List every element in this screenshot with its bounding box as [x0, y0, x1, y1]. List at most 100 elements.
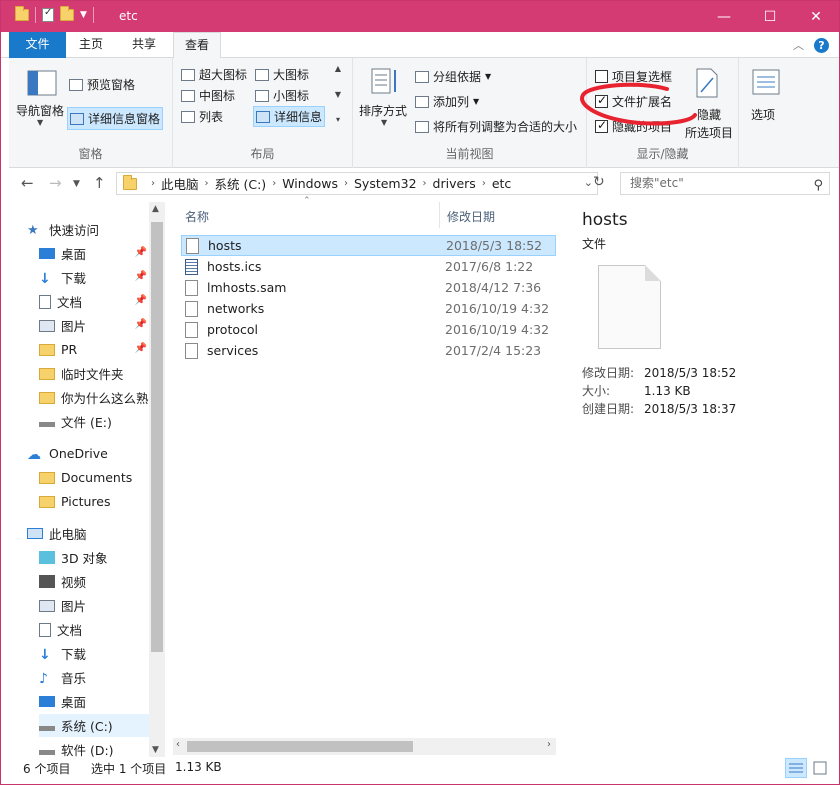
help-icon[interactable]: ? — [814, 37, 829, 53]
file-list-hscrollbar[interactable]: ‹ › — [173, 738, 556, 755]
column-header-name[interactable]: 名称 — [185, 208, 209, 230]
nav-item-system-c[interactable]: 系统 (C:) — [39, 714, 149, 737]
nav-item-pc-downloads[interactable]: ↓ 下载 — [39, 642, 149, 665]
chevron-right-icon[interactable]: › — [151, 178, 155, 189]
group-by-button[interactable]: 分组依据 ▼ — [415, 68, 491, 85]
collapse-ribbon-icon[interactable]: ︿ — [793, 37, 804, 53]
maximize-button[interactable]: ☐ — [747, 1, 793, 32]
sort-by-button[interactable]: 排序方式 ▼ — [357, 64, 413, 134]
scroll-down-icon[interactable]: ▼ — [335, 90, 341, 99]
chevron-right-icon[interactable]: › — [205, 178, 209, 189]
layout-details[interactable]: 详细信息 — [253, 106, 326, 127]
column-divider[interactable] — [439, 202, 440, 228]
breadcrumb-system-c[interactable]: 系统 (C:) — [215, 174, 267, 193]
file-row-services[interactable]: services 2017/2/4 15:23 — [181, 340, 556, 361]
breadcrumb-drivers[interactable]: drivers — [433, 176, 476, 191]
item-checkboxes-checkbox[interactable] — [595, 70, 608, 83]
preview-pane-button[interactable]: 预览窗格 — [69, 76, 135, 93]
scroll-right-icon[interactable]: › — [547, 739, 551, 750]
layout-large-icons[interactable]: 大图标 — [255, 66, 309, 83]
forward-arrow-icon[interactable]: → — [49, 174, 62, 192]
nav-item-desktop[interactable]: 桌面 📌 — [39, 242, 149, 265]
size-columns-button[interactable]: 将所有列调整为合适的大小 — [415, 118, 577, 135]
nav-item-music[interactable]: ♪ 音乐 — [39, 666, 149, 689]
file-extensions-toggle[interactable]: 文件扩展名 — [595, 93, 672, 110]
file-row-hosts-ics[interactable]: hosts.ics 2017/6/8 1:22 — [181, 256, 556, 277]
nav-item-pictures[interactable]: 图片 📌 — [39, 314, 149, 337]
file-row-protocol[interactable]: protocol 2016/10/19 4:32 — [181, 319, 556, 340]
back-arrow-icon[interactable]: ← — [21, 174, 34, 192]
hidden-items-toggle[interactable]: 隐藏的项目 — [595, 118, 672, 135]
large-icons-view-button[interactable] — [809, 758, 831, 778]
nav-onedrive[interactable]: ☁ OneDrive — [27, 442, 167, 465]
scroll-up-icon[interactable]: ▲ — [152, 204, 159, 214]
tab-home[interactable]: 主页 — [66, 32, 116, 58]
gallery-more-icon[interactable]: ▾ — [336, 115, 340, 124]
minimize-button[interactable]: — — [701, 1, 747, 32]
nav-item-onedrive-pictures[interactable]: Pictures — [39, 490, 149, 513]
title-bar[interactable]: ▼ etc — ☐ ✕ — [1, 1, 839, 32]
breadcrumb-system32[interactable]: System32 — [354, 176, 417, 191]
properties-icon[interactable] — [42, 7, 54, 22]
chevron-right-icon[interactable]: › — [423, 178, 427, 189]
tab-share[interactable]: 共享 — [118, 32, 170, 58]
details-pane-button[interactable]: 详细信息窗格 — [67, 107, 164, 130]
tab-view[interactable]: 查看 — [173, 32, 221, 59]
layout-list[interactable]: 列表 — [181, 108, 223, 125]
chevron-right-icon[interactable]: › — [272, 178, 276, 189]
address-bar[interactable]: › 此电脑 › 系统 (C:) › Windows › System32 › d… — [116, 172, 598, 195]
search-icon[interactable]: ⚲ — [813, 175, 823, 196]
chevron-right-icon[interactable]: › — [482, 178, 486, 189]
add-columns-button[interactable]: 添加列 ▼ — [415, 93, 479, 110]
nav-item-pc-desktop[interactable]: 桌面 — [39, 690, 149, 713]
nav-quick-access[interactable]: ★ 快速访问 — [27, 218, 167, 241]
hidden-items-checkbox[interactable] — [595, 118, 608, 133]
nav-item-pc-pictures[interactable]: 图片 — [39, 594, 149, 617]
nav-item-folder[interactable]: 你为什么这么熟 — [39, 386, 149, 409]
nav-item-drive-e[interactable]: 文件 (E:) — [39, 410, 149, 433]
search-input[interactable]: 搜索"etc" ⚲ — [620, 172, 830, 195]
nav-item-onedrive-documents[interactable]: Documents — [39, 466, 149, 489]
nav-pane-button[interactable]: 导航窗格 ▼ — [13, 64, 67, 134]
breadcrumb-this-pc[interactable]: 此电脑 — [161, 174, 199, 193]
refresh-icon[interactable]: ↻ — [593, 174, 605, 190]
file-row-networks[interactable]: networks 2016/10/19 4:32 — [181, 298, 556, 319]
nav-scroll-thumb[interactable] — [151, 222, 163, 652]
address-dropdown-icon[interactable]: ⌄ — [584, 176, 593, 189]
scroll-down-icon[interactable]: ▼ — [152, 745, 159, 755]
recent-dropdown-icon[interactable]: ▼ — [73, 179, 80, 189]
file-row-lmhosts[interactable]: lmhosts.sam 2018/4/12 7:36 — [181, 277, 556, 298]
file-row-hosts[interactable]: hosts 2018/5/3 18:52 — [181, 235, 556, 256]
nav-item-3d-objects[interactable]: 3D 对象 — [39, 546, 149, 569]
details-view-button[interactable] — [785, 758, 807, 778]
nav-item-temp-folder[interactable]: 临时文件夹 — [39, 362, 149, 385]
up-arrow-icon[interactable]: ↑ — [93, 174, 106, 192]
tab-file[interactable]: 文件 — [9, 32, 66, 58]
column-header-date[interactable]: 修改日期 — [447, 208, 495, 230]
chevron-right-icon[interactable]: › — [344, 178, 348, 189]
nav-item-pc-documents[interactable]: 文档 — [39, 618, 149, 641]
layout-medium-icons[interactable]: 中图标 — [181, 87, 235, 104]
breadcrumb-windows[interactable]: Windows — [282, 176, 338, 191]
nav-item-pr[interactable]: PR 📌 — [39, 338, 149, 361]
nav-this-pc[interactable]: 此电脑 — [27, 522, 167, 545]
hide-selected-button[interactable]: 隐藏 所选项目 — [681, 64, 739, 140]
new-folder-icon[interactable] — [60, 6, 74, 21]
scroll-up-icon[interactable]: ▲ — [335, 64, 341, 73]
breadcrumb-etc[interactable]: etc — [492, 176, 511, 191]
layout-gallery-scroll[interactable]: ▲ ▼ ▾ — [331, 64, 345, 124]
hscroll-thumb[interactable] — [187, 741, 413, 752]
scroll-left-icon[interactable]: ‹ — [176, 739, 180, 750]
file-name: hosts.ics — [207, 259, 262, 274]
file-extensions-checkbox[interactable] — [595, 93, 608, 108]
close-button[interactable]: ✕ — [793, 1, 839, 32]
nav-scrollbar[interactable]: ▲ ▼ — [149, 202, 165, 757]
nav-item-documents[interactable]: 文档 📌 — [39, 290, 149, 313]
layout-extra-large-icons[interactable]: 超大图标 — [181, 66, 247, 83]
item-checkboxes-toggle[interactable]: 项目复选框 — [595, 68, 672, 85]
qat-dropdown-icon[interactable]: ▼ — [80, 10, 87, 20]
layout-small-icons[interactable]: 小图标 — [255, 87, 309, 104]
options-button[interactable]: 选项 — [743, 64, 787, 136]
nav-item-downloads[interactable]: ↓ 下载 📌 — [39, 266, 149, 289]
nav-item-videos[interactable]: 视频 — [39, 570, 149, 593]
